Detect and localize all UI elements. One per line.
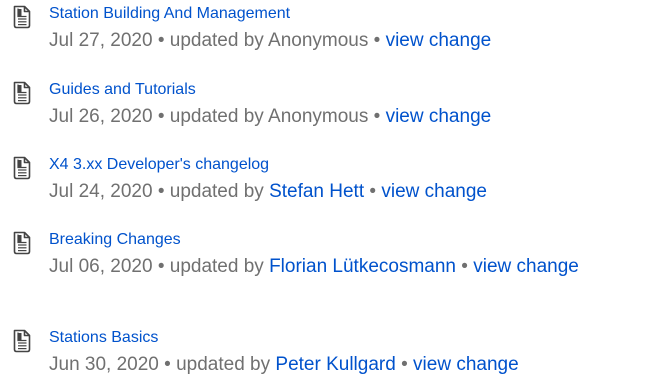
author-link[interactable]: Stefan Hett [269,181,364,202]
updated-date: Jun 30, 2020 [49,354,159,375]
author-name: Anonymous [268,30,369,51]
updated-date: Jul 27, 2020 [49,30,153,51]
item-meta: Jun 30, 2020 • updated by Peter Kullgard… [49,352,624,378]
page-title-link[interactable]: Breaking Changes [49,230,181,250]
view-change-link[interactable]: view change [386,106,492,127]
updated-date: Jul 06, 2020 [49,256,153,277]
item-meta: Jul 06, 2020 • updated by Florian Lütkec… [49,254,609,280]
author-link[interactable]: Peter Kullgard [275,354,395,375]
list-item: X4 3.xx Developer's changelog Jul 24, 20… [0,151,645,217]
separator-dot: • [157,30,165,51]
item-meta: Jul 24, 2020 • updated by Stefan Hett • … [49,179,624,205]
separator-dot: • [373,106,381,127]
item-meta: Jul 26, 2020 • updated by Anonymous • vi… [49,104,624,130]
page-title-link[interactable]: Stations Basics [49,328,158,348]
updated-by-label: updated by [176,354,271,375]
view-change-link[interactable]: view change [386,30,492,51]
separator-dot: • [157,256,165,277]
author-link[interactable]: Florian Lütkecosmann [269,256,456,277]
separator-dot: • [401,354,408,375]
page-icon [12,231,32,255]
page-icon [12,329,32,353]
page-title-link[interactable]: X4 3.xx Developer's changelog [49,155,269,175]
list-item: Stations Basics Jun 30, 2020 • updated b… [0,324,645,384]
item-meta: Jul 27, 2020 • updated by Anonymous • vi… [49,28,624,54]
list-item: Guides and Tutorials Jul 26, 2020 • upda… [0,76,645,142]
page-title-link[interactable]: Station Building And Management [49,4,290,24]
separator-dot: • [369,181,377,202]
updated-date: Jul 26, 2020 [49,106,153,127]
updated-by-label: updated by [169,30,264,51]
separator-dot: • [157,106,165,127]
separator-dot: • [373,30,381,51]
author-name: Anonymous [268,106,369,127]
updated-date: Jul 24, 2020 [49,181,153,202]
view-change-link[interactable]: view change [473,256,579,277]
updated-by-label: updated by [169,256,264,277]
view-change-link[interactable]: view change [413,354,519,375]
list-item: Station Building And Management Jul 27, … [0,0,645,66]
recent-updates-list: Station Building And Management Jul 27, … [0,0,645,383]
separator-dot: • [157,181,165,202]
view-change-link[interactable]: view change [381,181,487,202]
separator-dot: • [461,256,468,277]
separator-dot: • [164,354,171,375]
page-icon [12,156,32,180]
page-icon [12,81,32,105]
page-title-link[interactable]: Guides and Tutorials [49,80,196,100]
list-item: Breaking Changes Jul 06, 2020 • updated … [0,226,645,314]
page-icon [12,5,32,29]
updated-by-label: updated by [169,181,264,202]
updated-by-label: updated by [169,106,264,127]
